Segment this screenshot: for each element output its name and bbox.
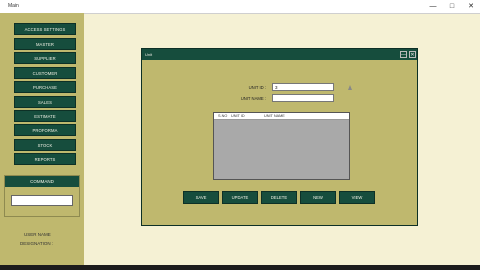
customer-button[interactable]: CUSTOMER [14, 67, 76, 79]
access-settings-button[interactable]: ACCESS SETTINGS [14, 23, 76, 35]
command-header: COMMAND [5, 176, 79, 187]
close-icon[interactable]: ✕ [466, 2, 476, 11]
minimize-icon[interactable]: — [400, 51, 407, 58]
command-input[interactable] [11, 195, 73, 206]
master-button[interactable]: MASTER [14, 38, 76, 50]
unit-name-field[interactable] [272, 94, 334, 102]
proforma-button[interactable]: PROFORMA [14, 124, 76, 136]
estimate-button[interactable]: ESTIMATE [14, 110, 76, 122]
command-panel: COMMAND [4, 175, 80, 217]
purchase-button[interactable]: PURCHASE [14, 81, 76, 93]
grid-column-unit-name: UNIT NAME [264, 114, 285, 118]
close-icon[interactable]: ✕ [409, 51, 416, 58]
view-button[interactable]: VIEW [339, 191, 375, 204]
main-window-titlebar: Main — □ ✕ [0, 0, 480, 14]
reports-button[interactable]: REPORTS [14, 153, 76, 165]
minimize-icon[interactable]: — [428, 2, 438, 11]
unit-window-titlebar: Unit — ✕ [142, 49, 417, 60]
sales-button[interactable]: SALES [14, 96, 76, 108]
maximize-icon[interactable]: □ [447, 2, 457, 11]
update-button[interactable]: UPDATE [222, 191, 258, 204]
designation-label: DESIGNATION : [20, 241, 54, 246]
save-button[interactable]: SAVE [183, 191, 219, 204]
units-grid[interactable]: S.NO UNIT ID UNIT NAME [213, 112, 350, 180]
delete-button[interactable]: DELETE [261, 191, 297, 204]
user-name-label: USER NAME [24, 232, 51, 237]
grid-header: S.NO UNIT ID UNIT NAME [214, 113, 349, 120]
unit-window: Unit — ✕ UNIT ID : 3 UNIT NAME : S.NO UN… [141, 48, 418, 226]
unit-id-label: UNIT ID : [248, 85, 266, 90]
taskbar-strip [0, 265, 480, 270]
unit-id-field[interactable]: 3 [272, 83, 334, 91]
mouse-cursor-icon [348, 85, 352, 90]
unit-window-title: Unit [145, 52, 153, 57]
main-window-title: Main [8, 3, 19, 9]
new-button[interactable]: NEW [300, 191, 336, 204]
grid-column-sno: S.NO [218, 114, 228, 118]
grid-column-unit-id: UNIT ID [231, 114, 245, 118]
unit-name-label: UNIT NAME : [240, 96, 266, 101]
supplier-button[interactable]: SUPPLIER [14, 52, 76, 64]
stock-button[interactable]: STOCK [14, 139, 76, 151]
window-controls: — □ ✕ [428, 2, 476, 11]
sidebar: ACCESS SETTINGS MASTER SUPPLIER CUSTOMER… [0, 13, 84, 265]
